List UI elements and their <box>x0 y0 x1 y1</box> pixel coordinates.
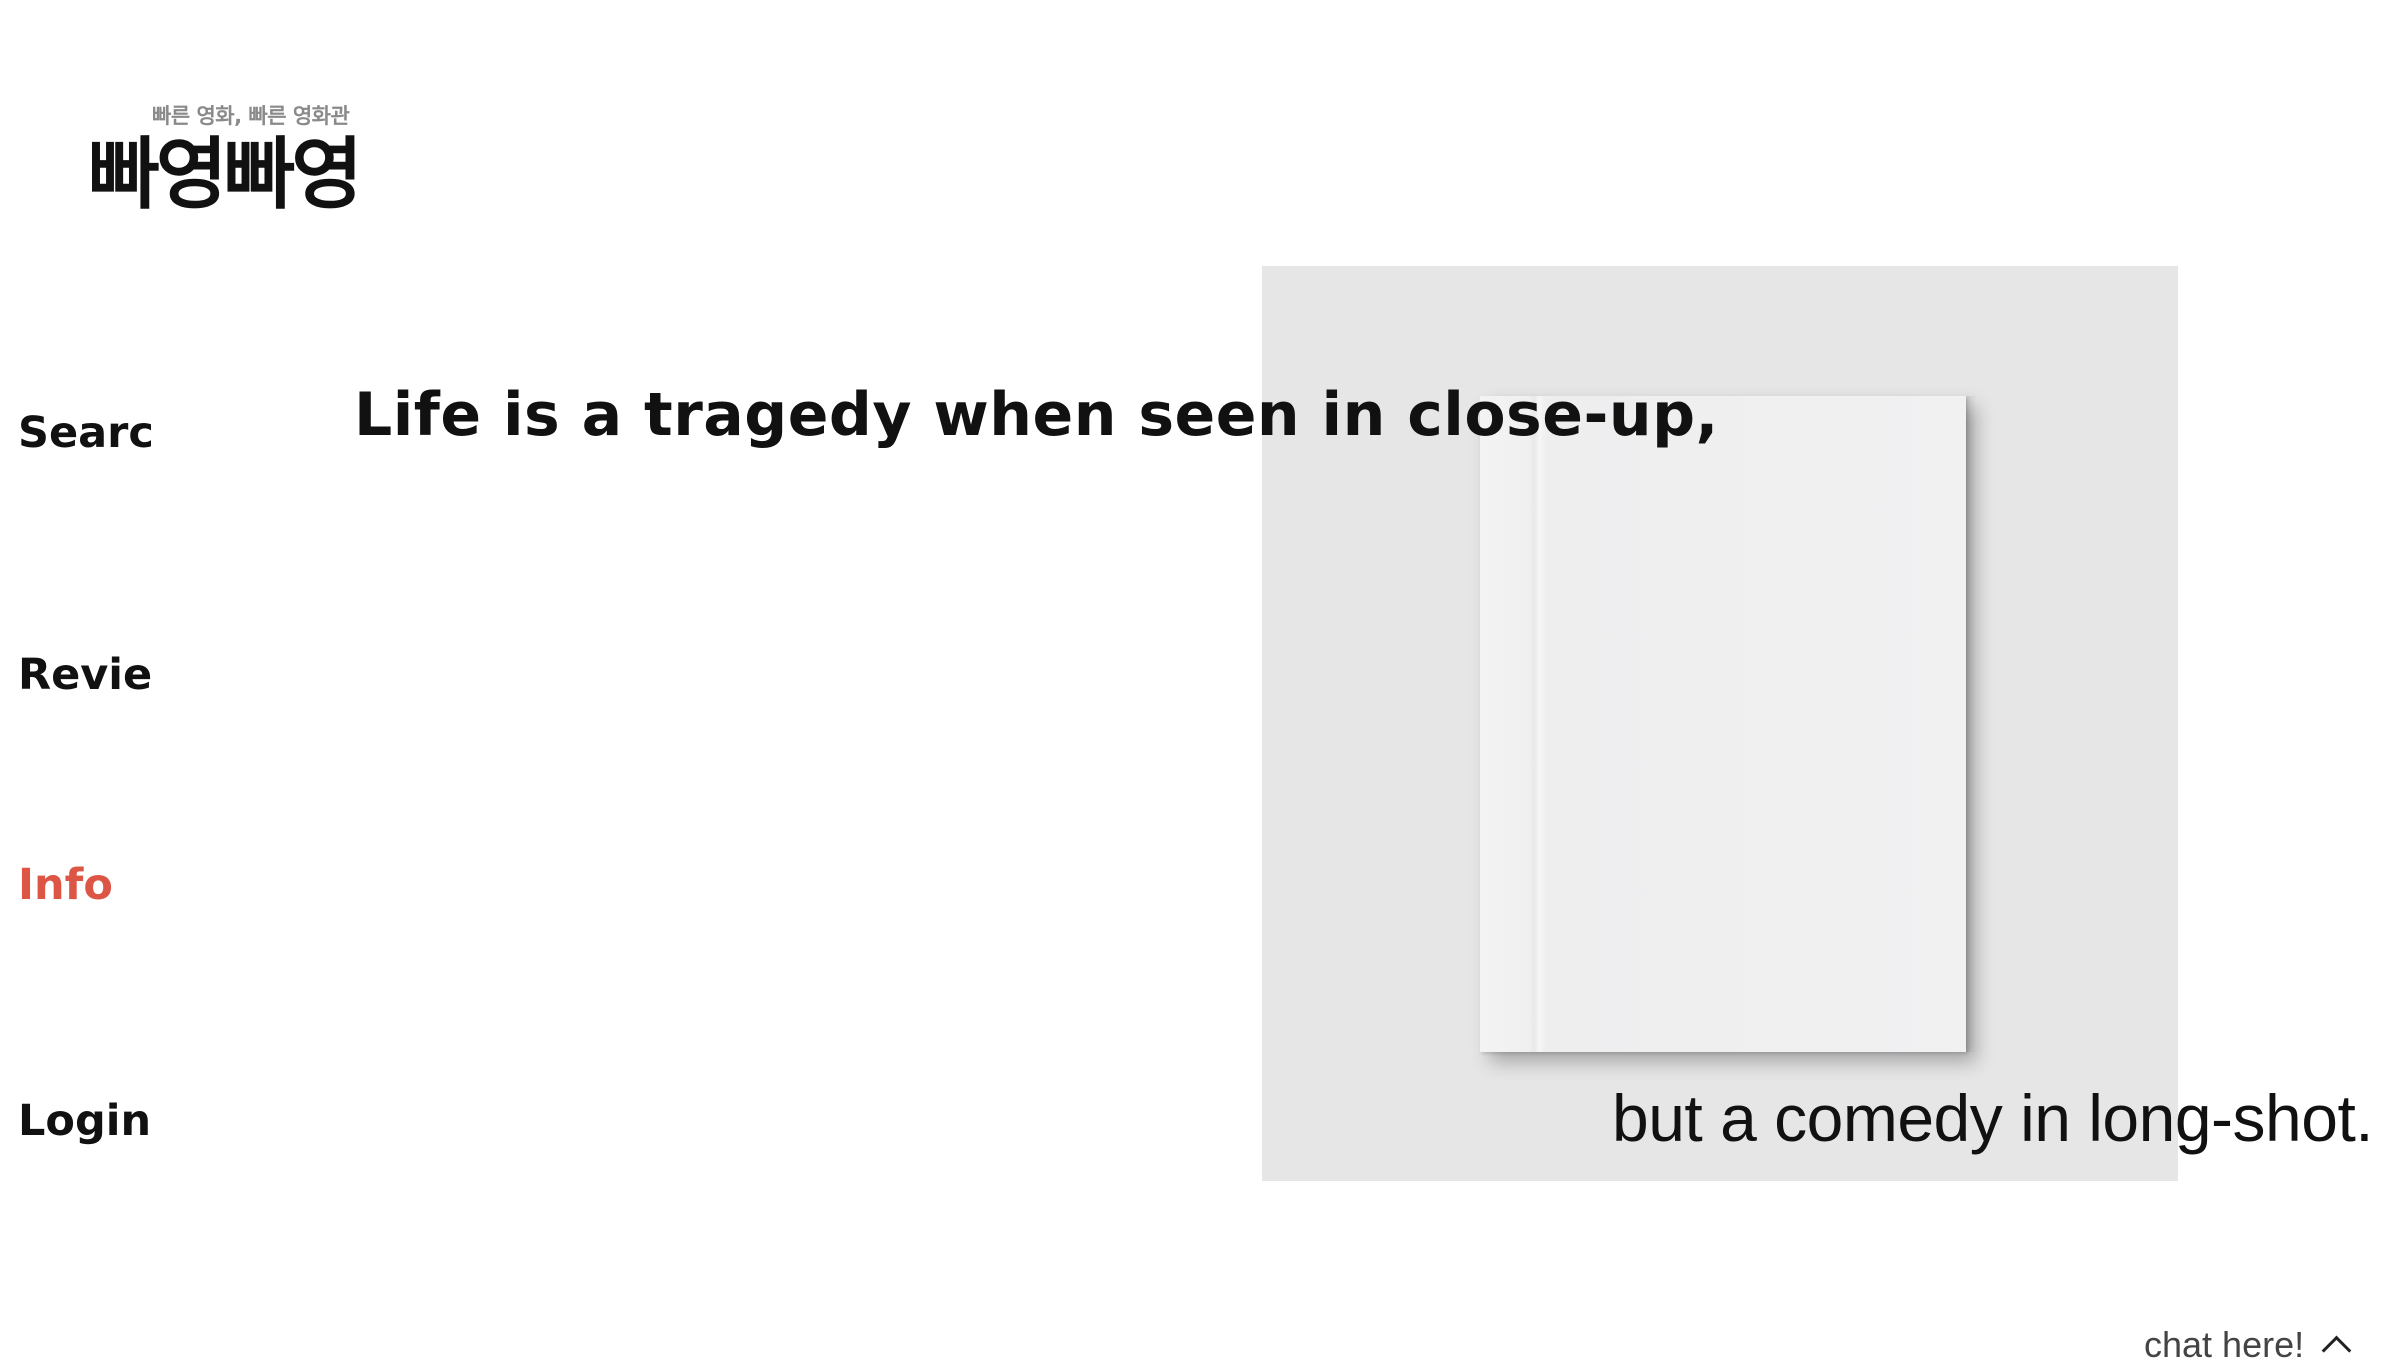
logo-tagline: 빠른 영화, 빠른 영화관 <box>152 104 350 128</box>
nav-info[interactable]: Info <box>18 860 113 910</box>
quote-bottom: but a comedy in long-shot. <box>1612 1081 2374 1155</box>
page: 빠른 영화, 빠른 영화관 빠영빠영 Searc Revie Info Logi… <box>0 0 2400 1362</box>
nav-review[interactable]: Revie <box>18 650 152 700</box>
nav-login[interactable]: Login <box>18 1096 151 1146</box>
book-image <box>1480 396 1976 1052</box>
quote-top: Life is a tragedy when seen in close-up, <box>354 380 1719 450</box>
chat-button[interactable]: chat here! <box>2144 1324 2352 1362</box>
chat-label: chat here! <box>2144 1324 2305 1362</box>
chevron-up-icon <box>2321 1335 2352 1362</box>
nav-search[interactable]: Searc <box>18 408 154 458</box>
logo-name: 빠영빠영 <box>88 129 363 220</box>
